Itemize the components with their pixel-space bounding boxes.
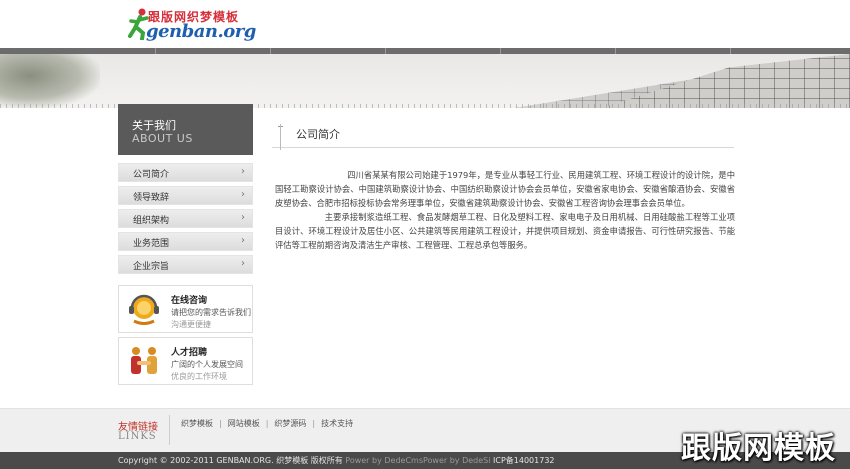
headset-icon bbox=[129, 294, 159, 325]
link-separator: | bbox=[265, 419, 269, 428]
links-list: 织梦模板 | 网站模板 | 织梦源码 | 技术支持 bbox=[181, 418, 353, 429]
banner-trees bbox=[0, 54, 100, 108]
copyright: Copyright © 2002-2011 GENBAN.ORG. 织梦模板 版… bbox=[118, 456, 343, 465]
article-body: 四川省某某有限公司始建于1979年，是专业从事轻工行业、民用建筑工程、环境工程设… bbox=[275, 168, 735, 252]
link-item[interactable]: 技术支持 bbox=[321, 419, 353, 428]
sidebar-menu: 公司简介 › 领导致辞 › 组织架构 › 业务范围 › 企业宗旨 › bbox=[118, 163, 253, 278]
article-paragraph: 主要承接制浆造纸工程、食品发酵烟草工程、日化及塑料工程、家电电子及日用机械、日用… bbox=[275, 212, 735, 250]
card-line1: 请把您的需求告诉我们 bbox=[171, 308, 251, 317]
chevron-right-icon: › bbox=[241, 166, 245, 177]
copyright-text: Copyright © 2002-2011 GENBAN.ORG. 织梦模板 版… bbox=[118, 455, 555, 466]
chevron-right-icon: › bbox=[241, 235, 245, 246]
sidebar-title-en: ABOUT US bbox=[132, 132, 193, 145]
card-line2: 优良的工作环境 bbox=[171, 372, 227, 381]
link-separator: | bbox=[219, 419, 222, 428]
content-header: 公司简介 bbox=[272, 122, 734, 150]
sidebar-item-organization[interactable]: 组织架构 › bbox=[118, 209, 253, 228]
sidebar-item-label: 领导致辞 bbox=[133, 193, 170, 203]
sidebar-item-leader-speech[interactable]: 领导致辞 › bbox=[118, 186, 253, 205]
sidebar-title-cn: 关于我们 bbox=[132, 119, 176, 132]
link-separator: | bbox=[312, 419, 316, 428]
link-item[interactable]: 织梦源码 bbox=[274, 419, 306, 428]
page-title: 公司简介 bbox=[296, 128, 340, 141]
chevron-right-icon: › bbox=[241, 258, 245, 269]
site-logo[interactable]: 跟版网织梦模板 genban.org bbox=[128, 6, 256, 42]
sidebar-item-label: 公司简介 bbox=[133, 170, 170, 180]
link-item[interactable]: 网站模板 bbox=[228, 419, 260, 428]
sidebar-item-mission[interactable]: 企业宗旨 › bbox=[118, 255, 253, 274]
card-line2: 沟通更便捷 bbox=[171, 320, 211, 329]
sidebar-item-label: 组织架构 bbox=[133, 216, 170, 226]
chevron-right-icon: › bbox=[241, 189, 245, 200]
title-bar bbox=[280, 124, 281, 150]
article-paragraph: 四川省某某有限公司始建于1979年，是专业从事轻工行业、民用建筑工程、环境工程设… bbox=[275, 170, 735, 208]
icp-number: ICP备14001732 bbox=[493, 456, 555, 465]
links-title-en: LINKS bbox=[118, 431, 157, 442]
watermark-text: 跟版网模板 bbox=[681, 431, 836, 466]
handshake-icon bbox=[131, 347, 157, 374]
sidebar-header: 关于我们 ABOUT US bbox=[118, 104, 253, 155]
site-header: 跟版网织梦模板 genban.org bbox=[0, 0, 850, 48]
sidebar-item-company-intro[interactable]: 公司简介 › bbox=[118, 163, 253, 182]
recruitment-card[interactable]: 人才招聘 广阔的个人发展空间 优良的工作环境 bbox=[118, 337, 253, 385]
card-line1: 广阔的个人发展空间 bbox=[171, 360, 243, 369]
card-title: 人才招聘 bbox=[171, 348, 208, 358]
chevron-right-icon: › bbox=[241, 212, 245, 223]
sidebar-item-business-scope[interactable]: 业务范围 › bbox=[118, 232, 253, 251]
sidebar-item-label: 业务范围 bbox=[133, 239, 170, 249]
sidebar-item-label: 企业宗旨 bbox=[133, 262, 170, 272]
card-title: 在线咨询 bbox=[171, 296, 208, 306]
link-item[interactable]: 织梦模板 bbox=[181, 419, 213, 428]
logo-en-text: genban.org bbox=[146, 21, 256, 42]
power-by: Power by DedeCmsPower by DedeSi bbox=[345, 456, 491, 465]
banner-image bbox=[0, 54, 850, 108]
online-consult-card[interactable]: 在线咨询 请把您的需求告诉我们 沟通更便捷 bbox=[118, 285, 253, 333]
links-divider bbox=[169, 415, 170, 445]
